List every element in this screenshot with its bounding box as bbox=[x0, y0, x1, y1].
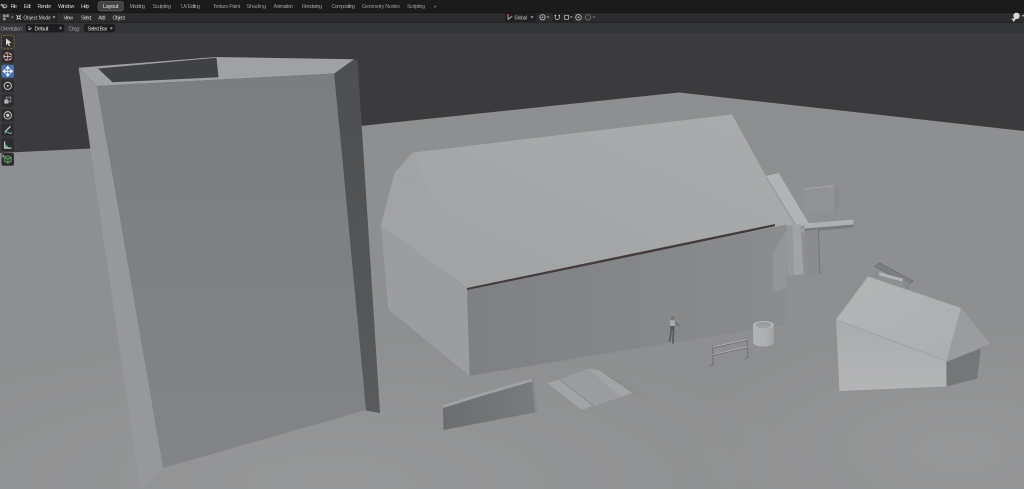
svg-text:Sculpting: Sculpting bbox=[153, 4, 172, 10]
svg-text:Global: Global bbox=[515, 15, 528, 21]
svg-text:Drag:: Drag: bbox=[69, 27, 80, 33]
svg-text:Select Box: Select Box bbox=[88, 27, 108, 33]
svg-text:Shading: Shading bbox=[247, 4, 267, 10]
svg-text:Help: Help bbox=[81, 4, 89, 10]
svg-text:Edit: Edit bbox=[24, 4, 32, 10]
svg-text:Object: Object bbox=[113, 15, 126, 21]
svg-text:+: + bbox=[434, 4, 437, 10]
svg-text:Render: Render bbox=[38, 4, 52, 10]
svg-text:Add: Add bbox=[98, 15, 105, 21]
svg-text:Window: Window bbox=[58, 4, 74, 10]
svg-text:Scripting: Scripting bbox=[407, 4, 425, 10]
svg-text:View: View bbox=[64, 15, 74, 21]
svg-text:UV Editing: UV Editing bbox=[181, 4, 200, 10]
svg-text:Rendering: Rendering bbox=[302, 4, 322, 10]
svg-text:Animation: Animation bbox=[274, 4, 294, 10]
svg-text:Orientation:: Orientation: bbox=[1, 27, 24, 33]
svg-text:Modeling: Modeling bbox=[130, 4, 146, 10]
svg-text:Compositing: Compositing bbox=[332, 4, 356, 10]
svg-text:Object Mode: Object Mode bbox=[23, 15, 50, 21]
svg-text:File: File bbox=[11, 4, 17, 10]
svg-text:Layout: Layout bbox=[103, 4, 119, 10]
svg-text:Geometry Nodes: Geometry Nodes bbox=[362, 4, 400, 10]
svg-text:Default: Default bbox=[35, 27, 50, 33]
svg-text:Select: Select bbox=[81, 15, 92, 21]
svg-text:Texture Paint: Texture Paint bbox=[213, 4, 241, 10]
